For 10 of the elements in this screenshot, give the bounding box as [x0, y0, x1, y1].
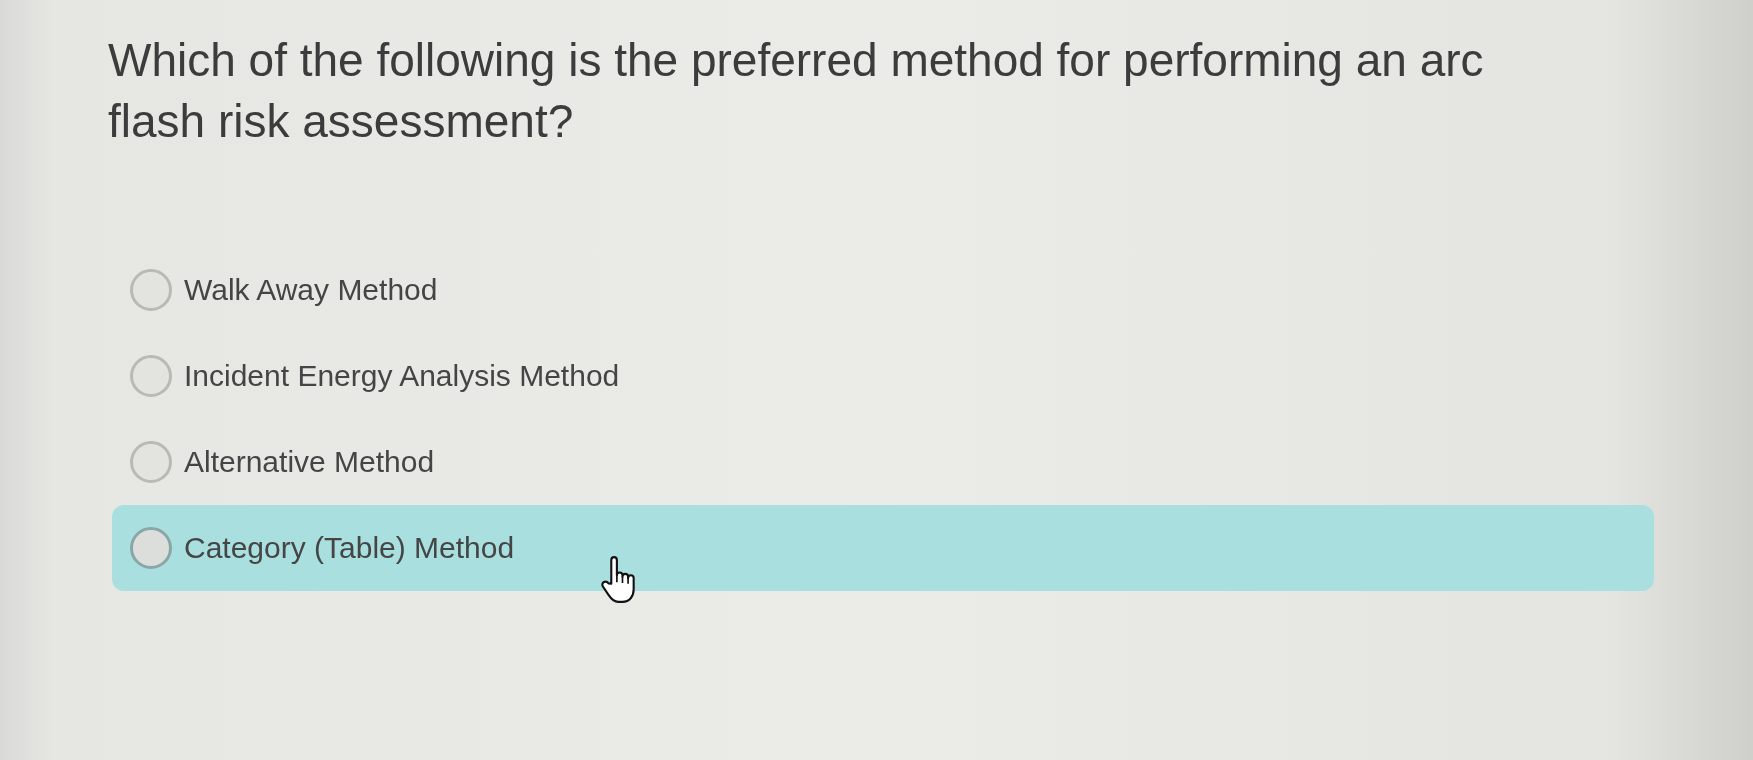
radio-button[interactable] [130, 355, 172, 397]
answer-option[interactable]: Incident Energy Analysis Method [112, 333, 1654, 419]
radio-button[interactable] [130, 527, 172, 569]
hand-cursor-icon [600, 556, 636, 603]
question-text: Which of the following is the preferred method for performing an arc flash risk assessment? [108, 33, 1485, 149]
answer-option[interactable]: Category (Table) Method [112, 505, 1654, 591]
answer-option[interactable]: Alternative Method [112, 419, 1654, 505]
radio-button[interactable] [130, 269, 172, 311]
radio-button[interactable] [130, 441, 172, 483]
answer-option[interactable]: Walk Away Method [112, 247, 1654, 333]
